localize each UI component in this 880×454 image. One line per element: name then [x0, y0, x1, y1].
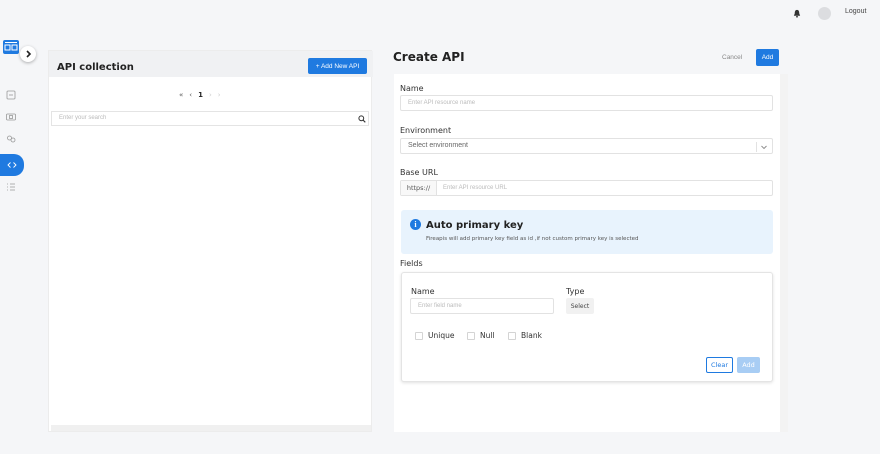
pager-current[interactable]: 1	[198, 91, 203, 99]
cancel-button[interactable]: Cancel	[722, 54, 742, 61]
list-icon[interactable]	[6, 182, 16, 192]
blank-checkbox-box[interactable]	[508, 331, 516, 340]
null-label: Null	[480, 331, 495, 340]
field-name-label: Name	[411, 287, 435, 296]
chevron-down-icon	[756, 142, 768, 152]
database-icon[interactable]	[6, 112, 16, 122]
api-collection-panel: API collection + Add New API « ‹ 1 › › E…	[48, 50, 373, 432]
environment-placeholder: Select environment	[408, 142, 468, 149]
pager-next[interactable]: ›	[209, 91, 212, 99]
null-checkbox[interactable]: Null	[467, 331, 495, 340]
unique-checkbox[interactable]: Unique	[415, 331, 454, 340]
bell-icon[interactable]	[792, 9, 802, 18]
blank-label: Blank	[521, 331, 542, 340]
unique-checkbox-box[interactable]	[415, 331, 423, 340]
pager-prev[interactable]: ‹	[189, 91, 192, 99]
add-field-button[interactable]: Add	[737, 357, 760, 373]
base-url-placeholder: Enter API resource URL	[443, 185, 508, 191]
blank-checkbox[interactable]: Blank	[508, 331, 542, 340]
app-logo-icon[interactable]	[3, 40, 19, 54]
auto-primary-key-info: i Auto primary key Fireapis will add pri…	[401, 210, 773, 254]
field-name-input[interactable]: Enter field name	[410, 298, 554, 314]
info-text: Fireapis will add primary key field as i…	[426, 236, 639, 242]
pager-first[interactable]: «	[179, 91, 183, 99]
rail-active-item[interactable]	[0, 154, 24, 176]
api-name-input[interactable]: Enter API resource name	[400, 95, 773, 111]
search-input[interactable]: Enter your search	[51, 111, 369, 126]
base-url-label: Base URL	[400, 168, 438, 177]
api-collection-title: API collection	[57, 62, 134, 73]
vertical-scrollbar[interactable]	[780, 74, 788, 432]
dashboard-icon[interactable]	[6, 90, 16, 100]
environment-select[interactable]: Select environment	[400, 138, 773, 154]
chevron-right-icon[interactable]	[20, 46, 36, 62]
info-title: Auto primary key	[426, 220, 524, 231]
info-icon: i	[410, 219, 421, 230]
clear-field-button[interactable]: Clear	[706, 357, 733, 373]
top-bar: Logout	[0, 0, 880, 26]
add-new-api-button[interactable]: + Add New API	[308, 58, 367, 74]
null-checkbox-box[interactable]	[467, 331, 475, 340]
api-name-placeholder: Enter API resource name	[408, 100, 476, 106]
field-type-label: Type	[566, 287, 585, 296]
pager-last[interactable]: ›	[218, 91, 221, 99]
unique-label: Unique	[428, 331, 455, 340]
api-collection-header: API collection + Add New API	[49, 51, 373, 77]
base-url-prefix: https://	[401, 181, 437, 195]
field-name-placeholder: Enter field name	[418, 303, 462, 309]
search-icon[interactable]	[358, 115, 366, 123]
code-icon	[7, 162, 17, 168]
logout-link[interactable]: Logout	[845, 8, 866, 15]
add-api-button[interactable]: Add	[756, 49, 779, 66]
field-editor-card: Name Enter field name Type Select Unique…	[401, 272, 773, 382]
environment-label: Environment	[400, 126, 452, 135]
base-url-input[interactable]: https:// Enter API resource URL	[400, 180, 773, 196]
side-rail	[0, 26, 36, 454]
horizontal-scrollbar[interactable]	[51, 425, 371, 431]
name-label: Name	[400, 84, 424, 93]
pagination: « ‹ 1 › ›	[179, 91, 221, 99]
fields-label: Fields	[400, 259, 423, 268]
users-icon[interactable]	[6, 134, 16, 144]
avatar[interactable]	[818, 7, 831, 20]
create-api-title: Create API	[393, 50, 465, 64]
search-placeholder: Enter your search	[59, 115, 107, 121]
field-type-select[interactable]: Select	[566, 298, 594, 314]
